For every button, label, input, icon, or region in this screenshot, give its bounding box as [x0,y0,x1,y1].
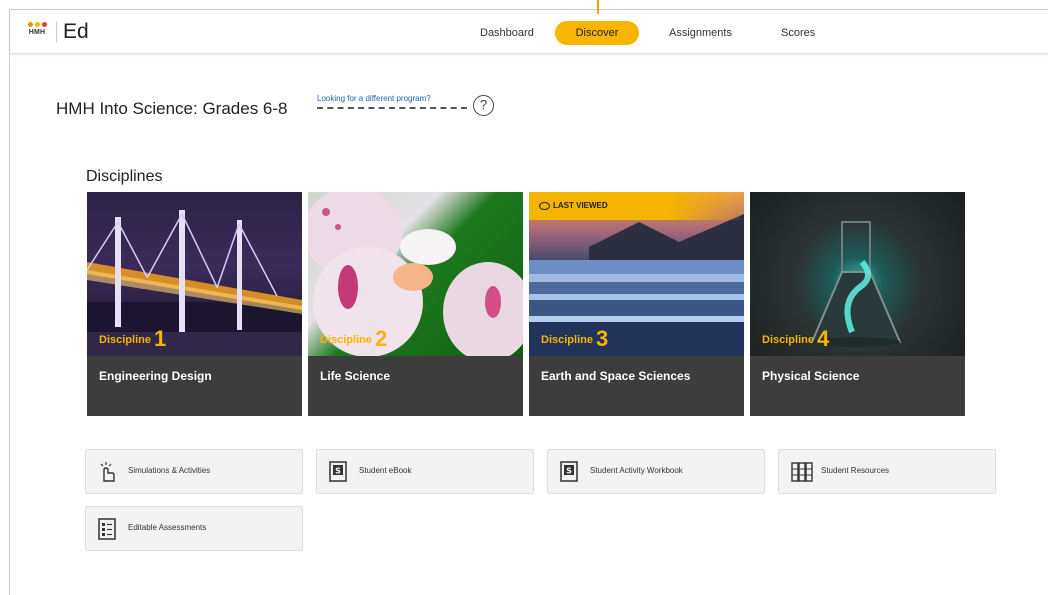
ebook-icon: S [329,461,347,483]
top-navigation-bar: HMH Ed Dashboard Discover Assignments Sc… [10,10,1048,54]
discipline-name: Physical Science [762,369,860,383]
svg-text:S: S [335,467,341,476]
discipline-number: 3 [595,326,609,351]
tile-label: Simulations & Activities [128,466,211,475]
eye-icon [539,202,550,210]
discipline-card-life-science[interactable]: Discipline 2 Life Science [308,192,523,416]
tile-label: Editable Assessments [128,523,207,532]
pointer-indicator [597,0,599,14]
logo-text: HMH [28,29,46,36]
student-ebook-button[interactable]: S Student eBook [316,449,534,494]
discipline-card-earth-space[interactable]: LAST VIEWED Discipline 3 Earth and Space … [529,192,744,416]
discipline-label: Discipline 2 [320,326,388,351]
discipline-card-engineering-design[interactable]: Discipline 1 Engineering Design [87,192,302,416]
last-viewed-badge: LAST VIEWED [529,192,744,220]
tile-label: Student Resources [821,466,890,475]
editable-assessments-button[interactable]: Editable Assessments [85,506,303,551]
discipline-name: Engineering Design [99,369,212,383]
nav-discover[interactable]: Discover [555,21,639,45]
discipline-number: 4 [816,326,830,351]
tile-label: Student eBook [359,466,412,475]
discipline-label: Discipline 3 [541,326,609,351]
simulations-activities-button[interactable]: Simulations & Activities [85,449,303,494]
student-resources-button[interactable]: Student Resources [778,449,996,494]
discipline-label: Discipline 1 [99,326,167,351]
app-name: Ed [63,20,89,43]
discipline-number: 1 [153,326,167,351]
svg-text:S: S [566,467,572,476]
nav-scores[interactable]: Scores [765,21,831,45]
disciplines-heading: Disciplines [86,168,163,185]
tile-label: Student Activity Workbook [590,466,683,475]
discipline-label: Discipline 4 [762,326,830,351]
discipline-card-physical-science[interactable]: Discipline 4 Physical Science [750,192,965,416]
logo-dots-icon [26,22,48,27]
touch-hand-icon [98,461,116,483]
resources-icon [791,461,813,483]
question-circle-icon[interactable]: ? [473,95,494,116]
nav-dashboard[interactable]: Dashboard [464,21,550,45]
program-title: HMH Into Science: Grades 6-8 [56,99,288,118]
logo-divider [56,22,57,42]
student-activity-workbook-button[interactable]: S Student Activity Workbook [547,449,765,494]
hmh-logo[interactable]: HMH [26,22,48,44]
discipline-number: 2 [374,326,388,351]
discipline-name: Earth and Space Sciences [541,369,691,383]
different-program-link[interactable]: Looking for a different program? [317,93,467,109]
discipline-name: Life Science [320,369,391,383]
workbook-icon: S [560,461,578,483]
checklist-icon [98,518,116,540]
nav-assignments[interactable]: Assignments [653,21,748,45]
